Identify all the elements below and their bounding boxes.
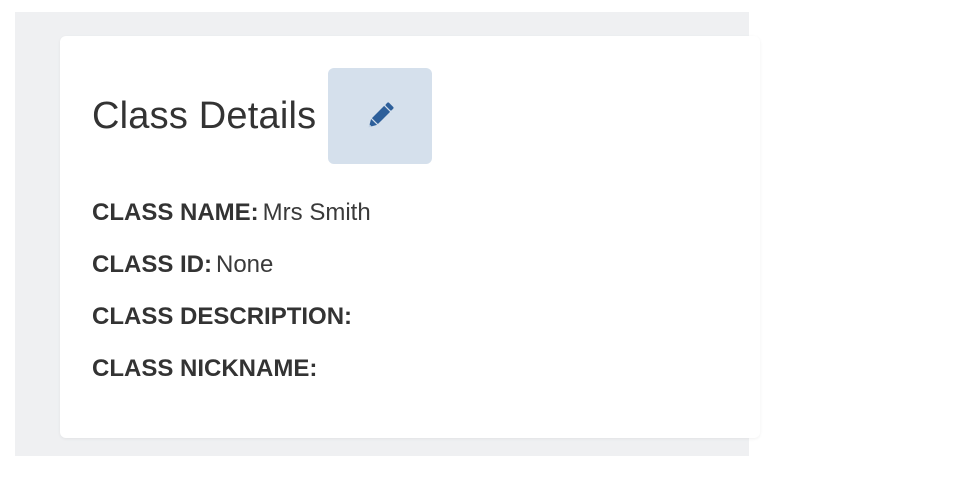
class-nickname-label: CLASS NICKNAME: xyxy=(92,355,318,382)
edit-button[interactable] xyxy=(328,68,433,164)
class-name-label: CLASS NAME: xyxy=(92,199,259,226)
class-name-value: Mrs Smith xyxy=(262,199,371,226)
class-description-row: CLASS DESCRIPTION: xyxy=(92,298,371,350)
card-header: Class Details xyxy=(92,68,433,164)
class-id-value: None xyxy=(216,251,274,278)
class-description-label: CLASS DESCRIPTION: xyxy=(92,303,353,330)
class-details-list: CLASS NAME: Mrs Smith CLASS ID: None CLASS… xyxy=(92,194,371,402)
class-name-row: CLASS NAME: Mrs Smith xyxy=(92,194,371,246)
class-id-label: CLASS ID: xyxy=(92,251,212,278)
class-id-row: CLASS ID: None xyxy=(92,246,371,298)
card-title: Class Details xyxy=(92,94,317,137)
class-details-card: Class Details CLASS NAME: Mrs Smith CLAS… xyxy=(60,36,760,438)
page-background: Class Details CLASS NAME: Mrs Smith CLAS… xyxy=(15,12,760,456)
pencil-icon xyxy=(362,98,398,134)
class-nickname-row: CLASS NICKNAME: xyxy=(92,350,371,402)
